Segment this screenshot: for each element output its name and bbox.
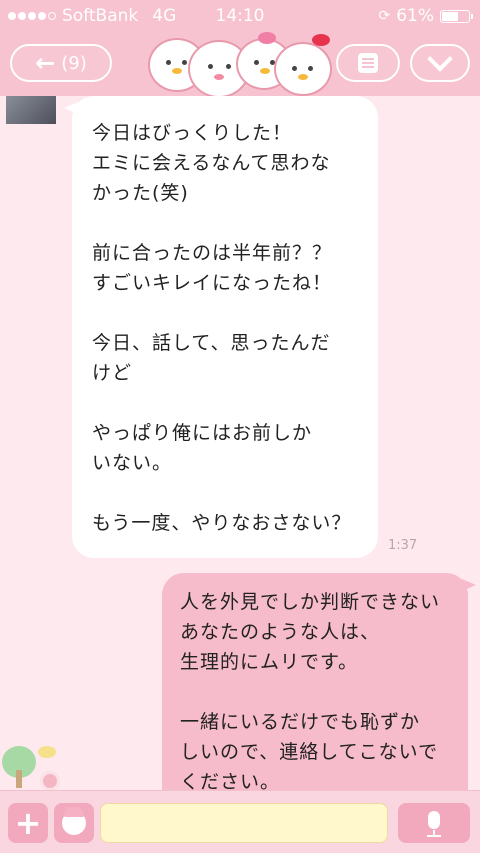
status-bar: SoftBank 4G 14:10 ⟳ 61% [0, 0, 480, 32]
message-text: 人を外見でしか判断できない あなたのような人は、 生理的にムリです。 一緒にいる… [180, 591, 441, 790]
sticker-button[interactable] [54, 803, 94, 843]
mascot-face-4 [274, 42, 332, 96]
unread-count: (9) [61, 52, 87, 74]
avatar[interactable] [6, 96, 56, 124]
message-time: 1:37 [388, 538, 418, 553]
menu-icon [358, 53, 378, 73]
plus-icon: + [14, 804, 42, 842]
chat-area[interactable]: 今日はびっくりした！ エミに会えるなんて思わな かった(笑) 前に合ったのは半年… [0, 96, 480, 790]
incoming-message[interactable]: 今日はびっくりした！ エミに会えるなんて思わな かった(笑) 前に合ったのは半年… [64, 96, 378, 558]
sticker-icon [62, 807, 86, 835]
flower-decoration-icon [40, 771, 60, 790]
chevron-down-icon [427, 46, 453, 72]
rotation-lock-icon: ⟳ [378, 8, 391, 24]
add-button[interactable]: + [8, 803, 48, 843]
battery-percent: 61% [396, 6, 434, 26]
chat-header: ← (9) [0, 32, 480, 98]
mascot-illustration [146, 32, 336, 98]
message-text: 今日はびっくりした！ エミに会えるなんて思わな かった(笑) 前に合ったのは半年… [92, 122, 352, 534]
status-right: ⟳ 61% [378, 6, 473, 26]
red-bow [312, 34, 330, 46]
pink-bow [258, 32, 276, 44]
input-bar: + [0, 790, 480, 853]
tree-decoration-icon [0, 746, 40, 790]
bird-decoration-icon [38, 746, 56, 758]
voice-button[interactable] [398, 803, 470, 843]
battery-icon [440, 9, 473, 23]
back-button[interactable]: ← (9) [10, 44, 112, 82]
menu-button[interactable] [336, 44, 400, 82]
message-input[interactable] [100, 803, 388, 843]
expand-button[interactable] [410, 44, 470, 82]
arrow-left-icon: ← [35, 49, 56, 77]
outgoing-message[interactable]: 人を外見でしか判断できない あなたのような人は、 生理的にムリです。 一緒にいる… [162, 573, 476, 790]
